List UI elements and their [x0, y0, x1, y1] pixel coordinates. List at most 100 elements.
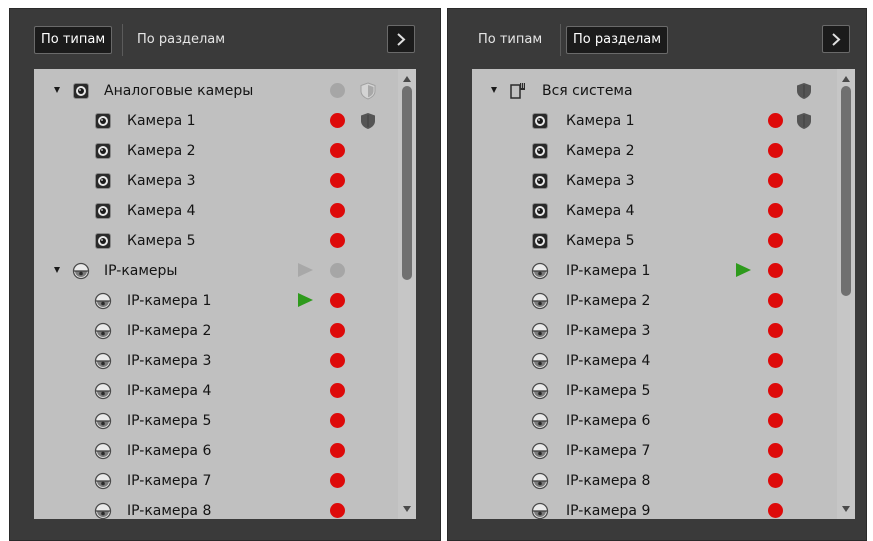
tree-item-row[interactable]: IP-камера 1	[34, 286, 398, 316]
tree-item-label: Камера 3	[127, 173, 196, 189]
status-indicator-icon	[330, 173, 345, 188]
tree-scrollbar[interactable]	[837, 69, 855, 519]
tab-by-sections[interactable]: По разделам	[566, 26, 669, 54]
expand-arrow-icon[interactable]	[54, 87, 60, 93]
tree-group-row[interactable]: IP-камеры	[34, 256, 398, 286]
ip-camera-icon	[531, 262, 549, 280]
tree-item-label: Вся система	[542, 83, 633, 99]
right-panel: По типам По разделам Вся система Камера 1…	[447, 8, 867, 541]
status-indicator-icon	[768, 413, 783, 428]
status-indicator-icon	[330, 503, 345, 518]
tab-by-sections[interactable]: По разделам	[130, 26, 232, 54]
tree-item-row[interactable]: IP-камера 9	[472, 496, 837, 519]
scroll-up-arrow-icon[interactable]	[842, 76, 850, 82]
status-indicator-icon	[330, 203, 345, 218]
tree-item-row[interactable]: Камера 1	[34, 106, 398, 136]
shield-icon[interactable]	[796, 112, 812, 134]
scroll-down-arrow-icon[interactable]	[403, 506, 411, 512]
tree-item-label: Камера 4	[127, 203, 196, 219]
status-indicator-icon	[768, 263, 783, 278]
tree-item-label: IP-камера 1	[127, 293, 212, 309]
ip-camera-icon	[94, 292, 112, 310]
status-indicator-icon	[768, 173, 783, 188]
tree-item-row[interactable]: Камера 2	[472, 136, 837, 166]
tree-item-row[interactable]: IP-камера 7	[34, 466, 398, 496]
tree-item-row[interactable]: Камера 3	[34, 166, 398, 196]
tree-item-row[interactable]: IP-камера 8	[34, 496, 398, 519]
scrollbar-thumb[interactable]	[841, 86, 851, 296]
tree-item-label: IP-камеры	[104, 263, 178, 279]
status-indicator-icon	[330, 263, 345, 278]
tree-item-row[interactable]: Камера 4	[34, 196, 398, 226]
tree-group-row[interactable]: Аналоговые камеры	[34, 76, 398, 106]
play-icon[interactable]	[736, 263, 751, 277]
tree-item-row[interactable]: Камера 4	[472, 196, 837, 226]
analog-camera-icon	[94, 232, 112, 250]
scroll-down-arrow-icon[interactable]	[842, 506, 850, 512]
ip-camera-icon	[72, 262, 90, 280]
tree-item-row[interactable]: IP-камера 3	[34, 346, 398, 376]
tree-item-row[interactable]: Камера 5	[472, 226, 837, 256]
tree-item-row[interactable]: IP-камера 2	[34, 316, 398, 346]
ip-camera-icon	[531, 382, 549, 400]
tree-item-row[interactable]: IP-камера 7	[472, 436, 837, 466]
status-indicator-icon	[330, 353, 345, 368]
tree-item-row[interactable]: IP-камера 5	[34, 406, 398, 436]
tree-item-row[interactable]: IP-камера 6	[34, 436, 398, 466]
tab-by-types[interactable]: По типам	[34, 26, 113, 54]
tree-item-row[interactable]: IP-камера 6	[472, 406, 837, 436]
shield-icon[interactable]	[360, 82, 376, 104]
status-indicator-icon	[330, 233, 345, 248]
status-indicator-icon	[330, 113, 345, 128]
tree-item-row[interactable]: IP-камера 4	[472, 346, 837, 376]
tree-item-row[interactable]: Камера 5	[34, 226, 398, 256]
tree-item-row[interactable]: IP-камера 2	[472, 286, 837, 316]
tree-item-row[interactable]: Камера 2	[34, 136, 398, 166]
status-indicator-icon	[330, 383, 345, 398]
tab-separator	[122, 24, 123, 56]
tree-item-label: IP-камера 7	[127, 473, 212, 489]
tree-item-label: Камера 5	[566, 233, 635, 249]
ip-camera-icon	[531, 442, 549, 460]
analog-camera-icon	[531, 112, 549, 130]
tree-item-row[interactable]: IP-камера 3	[472, 316, 837, 346]
tree-item-row[interactable]: IP-камера 5	[472, 376, 837, 406]
scroll-up-arrow-icon[interactable]	[403, 76, 411, 82]
status-indicator-icon	[768, 203, 783, 218]
tree-item-row[interactable]: IP-камера 8	[472, 466, 837, 496]
tree-group-row[interactable]: Вся система	[472, 76, 837, 106]
left-panel: По типам По разделам Аналоговые камеры Ка…	[9, 8, 441, 541]
scrollbar-thumb[interactable]	[402, 86, 412, 280]
tree-scrollbar[interactable]	[398, 69, 416, 519]
status-indicator-icon	[330, 473, 345, 488]
tree-item-label: IP-камера 6	[566, 413, 651, 429]
analog-camera-icon	[94, 112, 112, 130]
ip-camera-icon	[94, 352, 112, 370]
tree-item-row[interactable]: Камера 3	[472, 166, 837, 196]
expand-arrow-icon[interactable]	[54, 267, 60, 273]
expand-panel-button[interactable]	[822, 25, 850, 53]
tree-item-row[interactable]: IP-камера 1	[472, 256, 837, 286]
status-indicator-icon	[330, 293, 345, 308]
shield-icon[interactable]	[796, 82, 812, 104]
analog-camera-icon	[94, 142, 112, 160]
status-indicator-icon	[330, 143, 345, 158]
analog-camera-icon	[531, 232, 549, 250]
tree-item-label: IP-камера 1	[566, 263, 651, 279]
tab-by-types[interactable]: По типам	[471, 26, 549, 54]
device-tree: Аналоговые камеры Камера 1 Камера 2 Камера …	[34, 69, 416, 519]
tree-item-label: Камера 1	[127, 113, 196, 129]
play-icon[interactable]	[298, 263, 313, 277]
tree-item-row[interactable]: Камера 1	[472, 106, 837, 136]
tree-item-row[interactable]: IP-камера 4	[34, 376, 398, 406]
shield-icon[interactable]	[360, 112, 376, 134]
ip-camera-icon	[94, 472, 112, 490]
expand-panel-button[interactable]	[387, 25, 415, 53]
expand-arrow-icon[interactable]	[491, 87, 497, 93]
status-indicator-icon	[768, 233, 783, 248]
tree-item-label: IP-камера 9	[566, 503, 651, 519]
analog-camera-icon	[72, 82, 90, 100]
play-icon[interactable]	[298, 293, 313, 307]
tree-item-label: IP-камера 8	[127, 503, 212, 519]
status-indicator-icon	[330, 443, 345, 458]
